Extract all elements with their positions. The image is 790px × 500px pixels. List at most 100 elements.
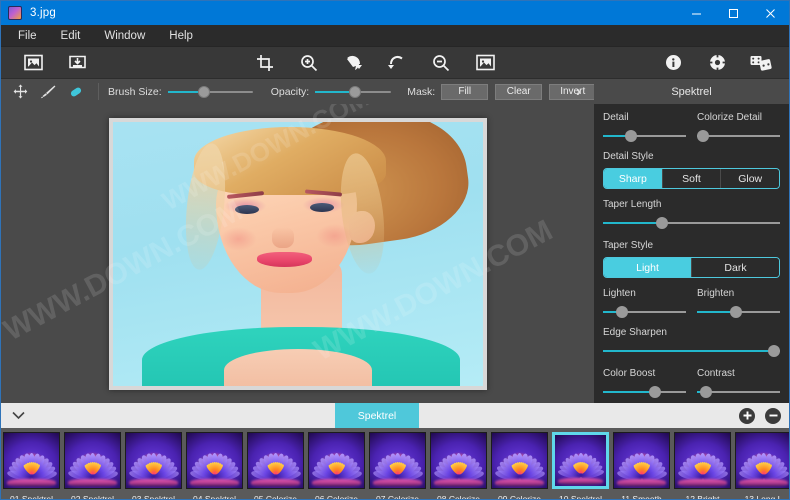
opacity-slider[interactable] [315, 83, 392, 101]
canvas-image[interactable] [108, 117, 487, 390]
menu-item-help[interactable]: Help [158, 26, 204, 46]
preset-thumbnail-image[interactable] [552, 432, 609, 489]
add-preset-button[interactable] [739, 407, 755, 424]
preset-thumbnail-image[interactable] [125, 432, 182, 489]
edge-sharpen-slider[interactable] [603, 345, 780, 357]
preset-thumbnail-image[interactable] [369, 432, 426, 489]
preset-thumbnail-strip[interactable]: 01 Spektrel 02 Spektrel 03 Spektrel 04 Spek… [1, 428, 789, 500]
preset-thumbnail[interactable]: 05 Colorize Medium [245, 428, 306, 499]
random-button[interactable] [739, 48, 783, 78]
color-boost-slider[interactable] [603, 386, 686, 398]
mask-clear-button[interactable]: Clear [495, 83, 543, 100]
info-button[interactable] [651, 48, 695, 78]
body-row: WWW.DOWN.COM WWW.DOWN.COM WWW.DOWN.COM D… [1, 104, 789, 403]
preset-thumbnail-image[interactable] [186, 432, 243, 489]
preset-thumbnail-label: 06 Colorize Abstract [315, 494, 358, 500]
preset-thumbnail[interactable]: 13 Long L [733, 428, 789, 499]
preset-thumbnail[interactable]: 03 Spektrel [123, 428, 184, 499]
portrait-blush-left [219, 227, 257, 251]
portrait-lips [256, 252, 313, 267]
menu-item-window[interactable]: Window [93, 26, 156, 46]
title-bar: 3.jpg [1, 1, 789, 25]
detail-style-option-glow[interactable]: Glow [721, 169, 779, 188]
chevron-down-icon[interactable] [1, 411, 35, 420]
preset-thumbnail[interactable]: 11 Smooth Detail [611, 428, 672, 499]
lotus-flower-icon [309, 433, 364, 488]
application-window: 3.jpg File Edit Window Help Brush Size: … [0, 0, 790, 500]
preset-thumbnail-label: 07 Colorize Glow [376, 494, 419, 500]
detail-style-option-soft[interactable]: Soft [662, 169, 722, 188]
preset-thumbnail[interactable]: 09 Colorize Soft [489, 428, 550, 499]
preset-thumbnail[interactable]: 07 Colorize Glow [367, 428, 428, 500]
lotus-flower-icon [4, 433, 59, 488]
menu-item-edit[interactable]: Edit [50, 26, 92, 46]
zoom-out-button[interactable] [419, 48, 463, 78]
detail-style-segmented: Sharp Soft Glow [603, 168, 780, 189]
preset-thumbnail-image[interactable] [674, 432, 731, 489]
contrast-label: Contrast [697, 368, 735, 379]
preset-thumbnail-image[interactable] [430, 432, 487, 489]
lotus-flower-icon [370, 433, 425, 488]
open-image-button[interactable] [11, 48, 55, 78]
preset-thumbnail[interactable]: 06 Colorize Abstract [306, 428, 367, 500]
lotus-flower-icon [126, 433, 181, 488]
preset-thumbnail[interactable]: 12 Bright Detail [672, 428, 733, 499]
taper-length-label: Taper Length [603, 199, 662, 210]
taper-style-option-dark[interactable]: Dark [692, 258, 779, 277]
chevron-right-icon[interactable]: › [576, 83, 581, 100]
fit-image-button[interactable] [463, 48, 507, 78]
preset-thumbnail-image[interactable] [613, 432, 670, 489]
canvas-area[interactable]: WWW.DOWN.COM WWW.DOWN.COM WWW.DOWN.COM [1, 104, 594, 403]
opacity-label: Opacity: [270, 85, 310, 98]
lighten-slider[interactable] [603, 306, 686, 318]
brush-size-slider[interactable] [167, 83, 253, 101]
colorize-detail-control: Colorize Detail [697, 112, 780, 142]
contrast-slider[interactable] [697, 386, 780, 398]
detail-style-option-sharp[interactable]: Sharp [604, 169, 663, 188]
settings-button[interactable] [695, 48, 739, 78]
preset-thumbnail-image[interactable] [308, 432, 365, 489]
preset-thumbnail[interactable]: 10 Spektrel [550, 428, 611, 499]
undo-button[interactable] [331, 48, 375, 78]
preset-thumbnail-image[interactable] [247, 432, 304, 489]
taper-length-slider[interactable] [603, 217, 780, 229]
eraser-tool-button[interactable] [63, 80, 89, 103]
preset-thumbnail-image[interactable] [491, 432, 548, 489]
portrait-hair-wisp-left [179, 141, 231, 271]
colorize-detail-slider[interactable] [697, 130, 780, 142]
menu-item-file[interactable]: File [7, 26, 48, 46]
crop-button[interactable] [243, 48, 287, 78]
taper-style-option-light[interactable]: Light [604, 258, 692, 277]
preset-strip-bar: Spektrel [1, 403, 789, 428]
remove-preset-button[interactable] [765, 407, 781, 424]
edge-sharpen-control: Edge Sharpen [603, 327, 780, 357]
lighten-brighten-row: Lighten Brighten [603, 288, 780, 318]
zoom-in-button[interactable] [287, 48, 331, 78]
preset-thumbnail[interactable]: 02 Spektrel [62, 428, 123, 499]
close-button[interactable] [752, 1, 789, 25]
panel-title: Spektrel [594, 79, 789, 104]
preset-thumbnail-image[interactable] [64, 432, 121, 489]
preset-thumbnail-image[interactable] [3, 432, 60, 489]
minimize-button[interactable] [678, 1, 715, 25]
maximize-button[interactable] [715, 1, 752, 25]
redo-button[interactable] [375, 48, 419, 78]
detail-slider[interactable] [603, 130, 686, 142]
tab-spektrel[interactable]: Spektrel [335, 403, 419, 428]
preset-thumbnail[interactable]: 08 Colorize Sharp [428, 428, 489, 499]
preset-thumbnail[interactable]: 01 Spektrel [1, 428, 62, 499]
brighten-slider[interactable] [697, 306, 780, 318]
mask-invert-button[interactable]: Invert [549, 83, 597, 100]
save-image-button[interactable] [55, 48, 99, 78]
contrast-control: Contrast [697, 368, 780, 398]
lotus-flower-icon [248, 433, 303, 488]
lighten-control: Lighten [603, 288, 686, 318]
preset-thumbnail[interactable]: 04 Spektrel [184, 428, 245, 499]
colorize-detail-label: Colorize Detail [697, 112, 763, 123]
brush-tool-button[interactable] [35, 80, 61, 103]
pan-tool-button[interactable] [7, 80, 33, 103]
preset-thumbnail-image[interactable] [735, 432, 789, 489]
main-toolbar [1, 47, 789, 79]
mask-fill-button[interactable]: Fill [441, 83, 489, 100]
mask-label: Mask: [407, 85, 436, 98]
